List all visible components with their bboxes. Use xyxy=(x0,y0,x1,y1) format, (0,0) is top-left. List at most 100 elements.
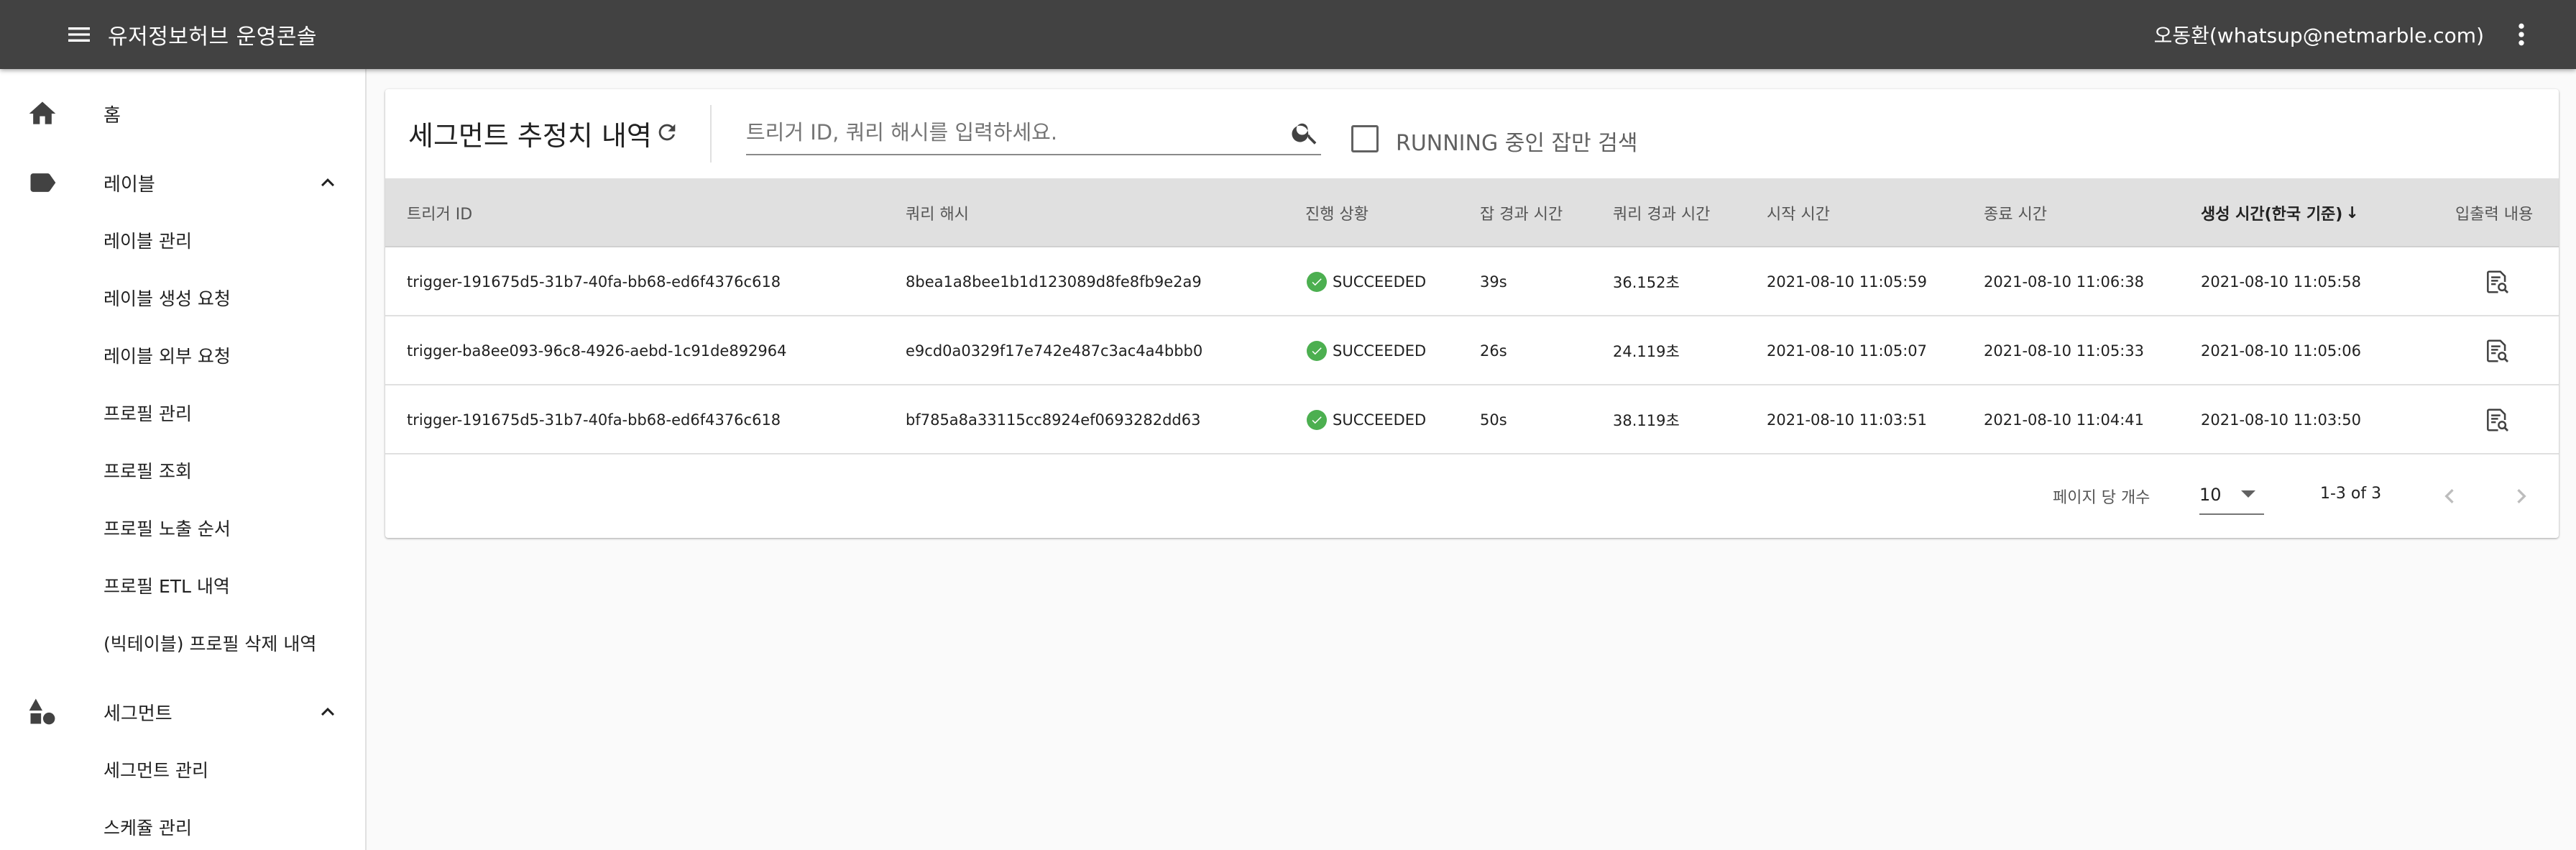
sidebar-item-profile-order[interactable]: 프로필 노출 순서 xyxy=(0,499,365,557)
sidebar-item-label: (빅테이블) 프로필 삭제 내역 xyxy=(104,634,317,654)
check-circle-icon xyxy=(1307,410,1327,430)
cell-status: SUCCEEDED xyxy=(1307,316,1426,385)
cell-status: SUCCEEDED xyxy=(1307,385,1426,454)
column-header-trigger-id[interactable]: 트리거 ID xyxy=(407,178,472,247)
user-account[interactable]: 오동환(whatsup@netmarble.com) xyxy=(2154,20,2484,49)
rows-per-page-label: 페이지 당 개수 xyxy=(2053,489,2150,507)
cell-job-elapsed: 26s xyxy=(1480,342,1507,360)
cell-trigger-id: trigger-191675d5-31b7-40fa-bb68-ed6f4376… xyxy=(407,411,781,429)
sidebar-item-profile-view[interactable]: 프로필 조회 xyxy=(0,442,365,499)
cell-query-hash: bf785a8a33115cc8924ef0693282dd63 xyxy=(906,411,1201,429)
card-toolbar: 세그먼트 추정치 내역 RUNNING 중인 잡만 검색 xyxy=(385,89,2559,178)
table-row[interactable]: trigger-191675d5-31b7-40fa-bb68-ed6f4376… xyxy=(385,247,2559,316)
sidebar-item-label: 프로필 노출 순서 xyxy=(104,518,231,539)
chevron-up-icon[interactable] xyxy=(313,168,342,197)
sidebar-item-label: 레이블 외부 요청 xyxy=(104,346,231,367)
dropdown-arrow-icon xyxy=(2241,490,2255,498)
sidebar-item-schedule-manage[interactable]: 스케쥴 관리 xyxy=(0,798,365,850)
column-header-end-time[interactable]: 종료 시간 xyxy=(1984,178,2047,247)
cell-query-elapsed: 38.119초 xyxy=(1613,412,1680,429)
column-header-query-elapsed[interactable]: 쿼리 경과 시간 xyxy=(1613,178,1710,247)
running-only-label: RUNNING 중인 잡만 검색 xyxy=(1396,131,1638,156)
menu-icon[interactable] xyxy=(50,6,108,63)
column-header-job-elapsed[interactable]: 잡 경과 시간 xyxy=(1480,178,1563,247)
sidebar: 홈 레이블 레이블 관리 레이블 생성 요청 레이블 외부 요청 프로필 관리 … xyxy=(0,69,367,850)
sidebar-item-profile-manage[interactable]: 프로필 관리 xyxy=(0,384,365,442)
sidebar-item-label: 레이블 관리 xyxy=(104,231,192,252)
cell-start-time: 2021-08-10 11:05:07 xyxy=(1767,342,1928,360)
cell-created-time: 2021-08-10 11:05:06 xyxy=(2201,342,2362,360)
sidebar-group-title: 레이블 xyxy=(104,173,155,196)
column-header-io: 입출력 내용 xyxy=(2455,206,2534,224)
check-circle-icon xyxy=(1307,272,1327,292)
table-row[interactable]: trigger-191675d5-31b7-40fa-bb68-ed6f4376… xyxy=(385,385,2559,454)
page-range: 1-3 of 3 xyxy=(2320,485,2382,503)
column-header-created-time[interactable]: 생성 시간(한국 기준) ↓ xyxy=(2201,178,2359,247)
arrow-down-icon: ↓ xyxy=(2345,204,2359,222)
status-text: SUCCEEDED xyxy=(1333,342,1427,360)
sidebar-item-label: 스케쥴 관리 xyxy=(104,818,192,838)
app-title: 유저정보허브 운영콘솔 xyxy=(108,24,318,50)
column-header-query-hash[interactable]: 쿼리 해시 xyxy=(906,178,969,247)
sidebar-group-title: 세그먼트 xyxy=(104,703,172,725)
table-pagination: 페이지 당 개수 10 1-3 of 3 xyxy=(385,457,2559,538)
document-search-icon[interactable] xyxy=(2481,404,2513,436)
cell-status: SUCCEEDED xyxy=(1307,247,1426,316)
search-icon[interactable] xyxy=(1289,116,1321,148)
cell-query-hash: e9cd0a0329f17e742e487c3ac4a4bbb0 xyxy=(906,342,1203,360)
sidebar-item-label-create-request[interactable]: 레이블 생성 요청 xyxy=(0,269,365,326)
chevron-up-icon[interactable] xyxy=(313,698,342,726)
sidebar-item-label: 세그먼트 관리 xyxy=(104,760,208,781)
running-only-checkbox[interactable] xyxy=(1351,125,1379,152)
table-row[interactable]: trigger-ba8ee093-96c8-4926-aebd-1c91de89… xyxy=(385,316,2559,385)
document-search-icon[interactable] xyxy=(2481,335,2513,367)
sidebar-item-profile-etl[interactable]: 프로필 ETL 내역 xyxy=(0,557,365,614)
sidebar-item-label: 프로필 ETL 내역 xyxy=(104,576,230,597)
app-bar: 유저정보허브 운영콘솔 오동환(whatsup@netmarble.com) xyxy=(0,0,2576,69)
column-header-label: 생성 시간(한국 기준) xyxy=(2201,206,2343,224)
sidebar-group-segment[interactable]: 세그먼트 xyxy=(0,683,365,741)
toolbar-divider xyxy=(710,105,712,163)
document-search-icon[interactable] xyxy=(2481,266,2513,298)
status-text: SUCCEEDED xyxy=(1333,273,1427,291)
column-header-start-time[interactable]: 시작 시간 xyxy=(1767,178,1830,247)
chevron-right-icon[interactable] xyxy=(2500,475,2543,518)
status-text: SUCCEEDED xyxy=(1333,411,1427,429)
search-input[interactable] xyxy=(746,111,1278,154)
cell-query-elapsed: 36.152초 xyxy=(1613,274,1680,291)
rows-per-page-select[interactable]: 10 xyxy=(2199,476,2264,515)
cell-start-time: 2021-08-10 11:03:51 xyxy=(1767,411,1928,429)
cell-end-time: 2021-08-10 11:05:33 xyxy=(1984,342,2145,360)
sidebar-item-home[interactable]: 홈 xyxy=(0,85,365,142)
cell-end-time: 2021-08-10 11:04:41 xyxy=(1984,411,2145,429)
sidebar-item-profile-delete-history[interactable]: (빅테이블) 프로필 삭제 내역 xyxy=(0,614,365,672)
sidebar-item-label: 레이블 생성 요청 xyxy=(104,288,231,309)
sidebar-item-label: 프로필 관리 xyxy=(104,403,192,424)
sidebar-group-label[interactable]: 레이블 xyxy=(0,154,365,211)
cell-trigger-id: trigger-ba8ee093-96c8-4926-aebd-1c91de89… xyxy=(407,342,787,360)
cell-job-elapsed: 50s xyxy=(1480,411,1507,429)
cell-job-elapsed: 39s xyxy=(1480,273,1507,291)
cell-start-time: 2021-08-10 11:05:59 xyxy=(1767,273,1928,291)
sidebar-item-label-external-request[interactable]: 레이블 외부 요청 xyxy=(0,326,365,384)
table-header: 트리거 ID 쿼리 해시 진행 상황 잡 경과 시간 쿼리 경과 시간 시작 시… xyxy=(385,178,2559,247)
column-header-status[interactable]: 진행 상황 xyxy=(1305,178,1368,247)
cell-query-elapsed: 24.119초 xyxy=(1613,343,1680,360)
refresh-icon[interactable] xyxy=(651,116,683,148)
segment-estimate-card: 세그먼트 추정치 내역 RUNNING 중인 잡만 검색 트리거 ID 쿼리 해… xyxy=(385,89,2559,538)
chevron-left-icon[interactable] xyxy=(2428,475,2471,518)
cell-created-time: 2021-08-10 11:03:50 xyxy=(2201,411,2362,429)
label-tag-icon xyxy=(26,166,59,199)
cell-created-time: 2021-08-10 11:05:58 xyxy=(2201,273,2362,291)
more-vert-icon[interactable] xyxy=(2504,6,2539,63)
sidebar-item-segment-manage[interactable]: 세그먼트 관리 xyxy=(0,741,365,798)
cell-trigger-id: trigger-191675d5-31b7-40fa-bb68-ed6f4376… xyxy=(407,273,781,291)
cell-query-hash: 8bea1a8bee1b1d123089d8fe8fb9e2a9 xyxy=(906,273,1202,291)
shapes-icon xyxy=(26,695,59,728)
sidebar-item-label-manage[interactable]: 레이블 관리 xyxy=(0,211,365,269)
home-icon xyxy=(26,97,59,130)
search-field xyxy=(746,111,1321,155)
sidebar-item-label: 홈 xyxy=(104,104,121,127)
sidebar-item-label: 프로필 조회 xyxy=(104,461,192,482)
page-title: 세그먼트 추정치 내역 xyxy=(408,120,652,152)
